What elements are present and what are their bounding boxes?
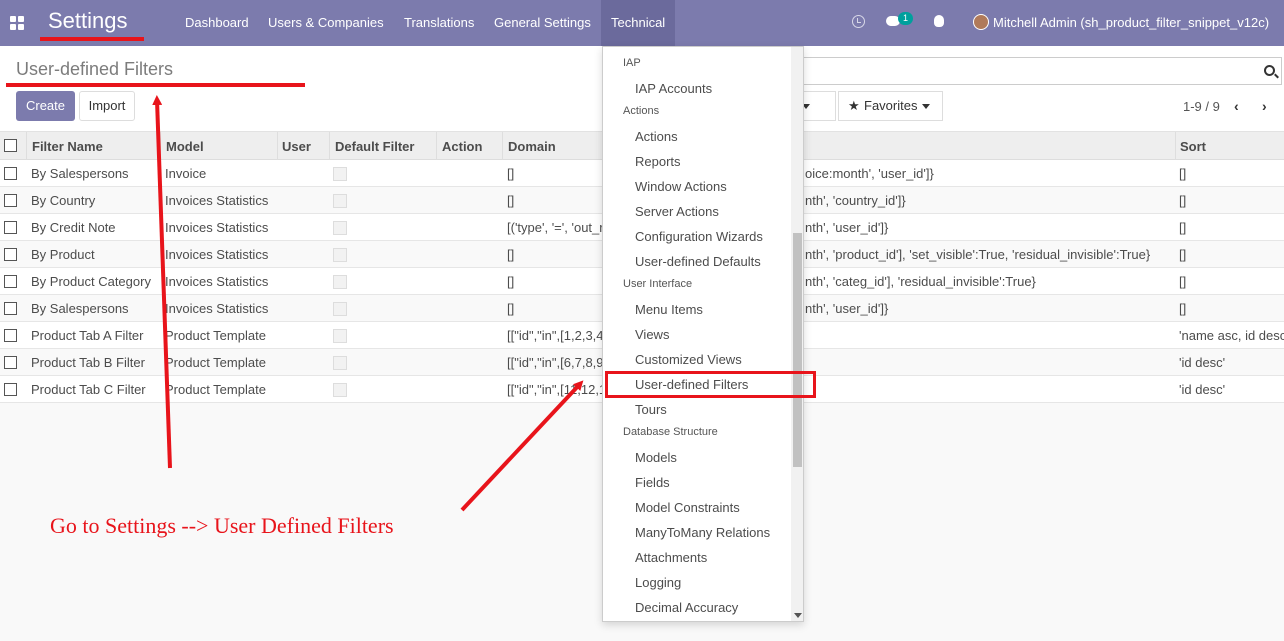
arrow-to-menu-item <box>460 380 584 512</box>
highlight-box <box>605 371 816 398</box>
instruction-text: Go to Settings --> User Defined Filters <box>50 513 394 538</box>
annotation-overlay <box>6 37 584 512</box>
arrow-to-breadcrumb <box>152 95 172 469</box>
